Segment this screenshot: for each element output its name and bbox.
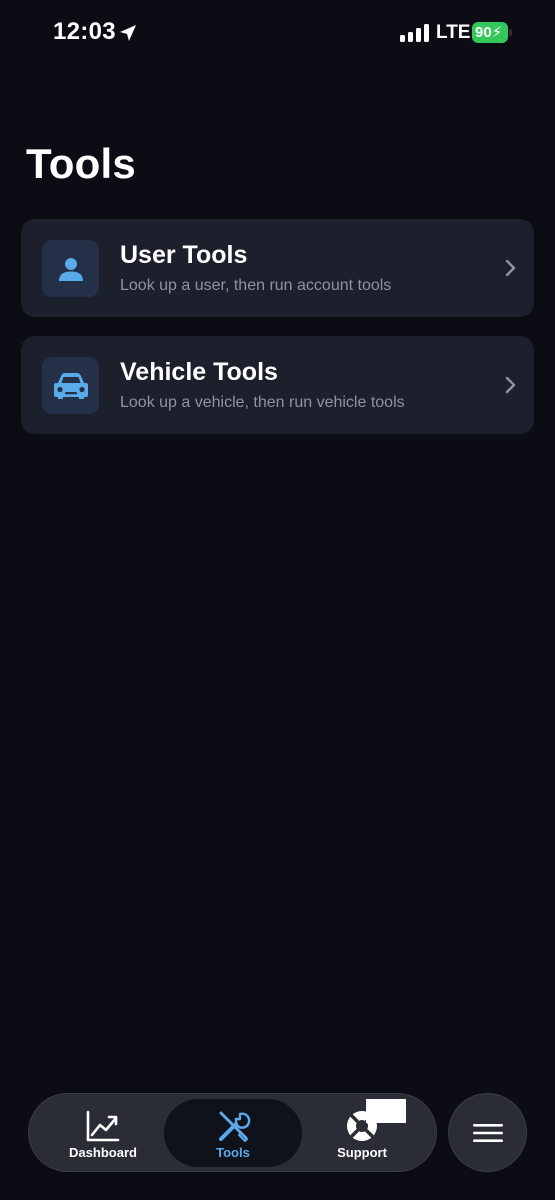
chart-line-icon xyxy=(86,1110,120,1142)
status-bar: 12:03 LTE 90⚡ xyxy=(0,0,555,70)
hamburger-menu-icon xyxy=(472,1123,503,1142)
user-tools-card[interactable]: User Tools Look up a user, then run acco… xyxy=(21,219,534,317)
screen: 12:03 LTE 90⚡ Tools User Tools Look up a… xyxy=(0,0,555,1200)
redaction-block xyxy=(366,1099,406,1123)
tab-label: Dashboard xyxy=(69,1145,137,1160)
tab-dashboard[interactable]: Dashboard xyxy=(34,1099,172,1167)
location-arrow-icon xyxy=(120,25,136,41)
tab-label: Support xyxy=(337,1145,387,1160)
vehicle-tools-icon-box xyxy=(42,357,99,414)
card-subtitle: Look up a user, then run account tools xyxy=(120,277,392,294)
battery-level: 90 xyxy=(475,24,492,41)
card-title: Vehicle Tools xyxy=(120,358,278,386)
vehicle-tools-card[interactable]: Vehicle Tools Look up a vehicle, then ru… xyxy=(21,336,534,434)
menu-button[interactable] xyxy=(448,1093,527,1172)
tab-tools[interactable]: Tools xyxy=(164,1099,302,1167)
card-subtitle: Look up a vehicle, then run vehicle tool… xyxy=(120,394,405,411)
tab-label: Tools xyxy=(216,1145,250,1160)
user-tools-icon-box xyxy=(42,240,99,297)
chevron-right-icon xyxy=(505,376,516,394)
tab-support[interactable]: Support xyxy=(293,1099,431,1167)
card-title: User Tools xyxy=(120,241,248,269)
car-icon xyxy=(53,372,88,399)
chevron-right-icon xyxy=(505,259,516,277)
cellular-signal-icon xyxy=(400,24,429,42)
charging-bolt-icon: ⚡ xyxy=(491,24,503,41)
tools-icon xyxy=(219,1111,251,1142)
status-time: 12:03 xyxy=(53,18,116,45)
page-title: Tools xyxy=(26,140,136,187)
battery-icon: 90⚡ xyxy=(472,22,512,43)
person-icon xyxy=(58,257,83,281)
network-type: LTE xyxy=(436,22,471,43)
